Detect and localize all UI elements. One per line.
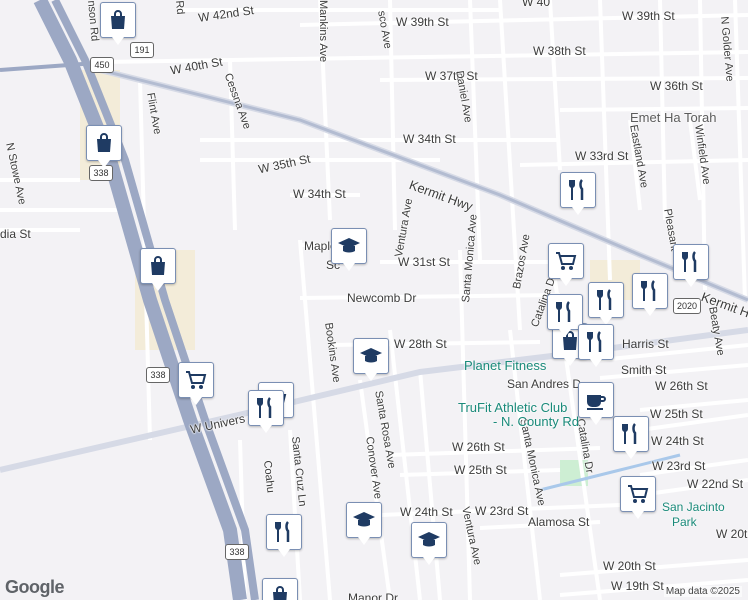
route-shield: 450 xyxy=(90,57,114,73)
school-icon xyxy=(353,512,375,527)
school-icon xyxy=(360,348,382,363)
street-label: W 40 xyxy=(522,0,551,9)
street-label: W 23rd St xyxy=(475,504,529,518)
route-shield: 338 xyxy=(225,544,249,560)
restaurant-pin[interactable] xyxy=(578,324,614,367)
restaurant-icon xyxy=(257,397,272,418)
shopping-bag-pin[interactable] xyxy=(140,248,176,291)
street-label: Newcomb Dr xyxy=(347,291,417,305)
place-label-trufit-sub[interactable]: - N. County Rd xyxy=(493,414,579,429)
place-label-emet-ha-torah[interactable]: Emet Ha Torah xyxy=(630,110,716,125)
street-label: W 36th St xyxy=(650,79,703,93)
shopping-bag-pin[interactable] xyxy=(100,2,136,45)
route-shield: 338 xyxy=(146,367,170,383)
shopping-bag-icon xyxy=(151,256,165,275)
place-label-park[interactable]: Park xyxy=(672,515,697,529)
street-label: W 22nd St xyxy=(687,477,744,491)
street-label: W 24th St xyxy=(651,434,704,448)
map-attribution[interactable]: Map data ©2025 xyxy=(663,586,742,597)
shopping-bag-pin[interactable] xyxy=(86,125,122,168)
restaurant-icon xyxy=(597,289,612,310)
place-label-planet-fitness[interactable]: Planet Fitness xyxy=(464,358,546,373)
school-pin[interactable] xyxy=(346,502,382,545)
street-label: W 23rd St xyxy=(652,459,706,473)
restaurant-icon xyxy=(641,280,656,301)
street-label: Alamosa St xyxy=(528,515,590,529)
street-label: W 26th St xyxy=(655,379,708,393)
street-label: W 39th St xyxy=(622,9,675,23)
street-label: San Andres D xyxy=(507,377,582,391)
street-label: W 34th St xyxy=(293,187,346,201)
street-label: W 25th St xyxy=(454,463,507,477)
street-label: W 25th St xyxy=(650,407,703,421)
grocery-pin[interactable] xyxy=(178,362,214,405)
school-icon xyxy=(338,238,360,253)
restaurant-icon xyxy=(587,331,602,352)
shopping-bag-pin[interactable] xyxy=(262,578,298,600)
street-label: Harris St xyxy=(622,337,669,351)
grocery-pin[interactable] xyxy=(548,243,584,286)
route-shield: 2020 xyxy=(673,298,701,314)
shopping-bag-icon xyxy=(111,10,125,29)
street-label: Rd xyxy=(173,0,187,15)
street-label: Smith St xyxy=(621,363,667,377)
restaurant-pin[interactable] xyxy=(632,273,668,316)
shopping-bag-icon xyxy=(273,586,287,600)
school-pin[interactable] xyxy=(353,338,389,381)
school-pin[interactable] xyxy=(331,228,367,271)
street-label: Mankins Ave xyxy=(317,0,329,63)
restaurant-icon xyxy=(556,301,571,322)
grocery-cart-icon xyxy=(628,485,649,503)
coffee-pin[interactable] xyxy=(578,382,614,425)
place-label-trufit[interactable]: TruFit Athletic Club xyxy=(458,400,567,415)
route-shield: 191 xyxy=(130,42,154,58)
street-label: Manor Dr xyxy=(348,591,399,600)
street-label: W 28th St xyxy=(394,337,447,351)
school-pin[interactable] xyxy=(411,522,447,565)
street-label: Coahu xyxy=(261,459,277,494)
street-label: W 38th St xyxy=(533,44,586,58)
google-logo: Google xyxy=(5,577,65,597)
street-label: dia St xyxy=(0,227,31,241)
street-label: W 37th St xyxy=(425,69,478,83)
restaurant-pin[interactable] xyxy=(588,282,624,325)
street-label: W 31st St xyxy=(398,255,451,269)
grocery-cart-icon xyxy=(186,371,207,389)
grocery-cart-icon xyxy=(556,252,577,270)
street-label: W 20th xyxy=(716,527,748,541)
restaurant-pin[interactable] xyxy=(673,244,709,287)
restaurant-pin[interactable] xyxy=(613,416,649,459)
grocery-pin[interactable] xyxy=(620,476,656,519)
street-label: W 20th St xyxy=(603,559,656,573)
restaurant-icon xyxy=(622,423,637,444)
restaurant-pin[interactable] xyxy=(266,514,302,557)
street-label: W 34th St xyxy=(403,132,456,146)
restaurant-pin[interactable] xyxy=(248,390,284,433)
restaurant-icon xyxy=(682,251,697,272)
street-label: W 19th St xyxy=(611,579,664,593)
street-label: W 33rd St xyxy=(575,149,629,163)
street-label: W 24th St xyxy=(400,505,453,519)
shopping-bag-icon xyxy=(97,133,111,152)
street-label: nson Rd xyxy=(85,0,101,42)
coffee-icon xyxy=(587,395,606,410)
place-label-san-jacinto[interactable]: San Jacinto xyxy=(662,500,725,514)
restaurant-icon xyxy=(275,521,290,542)
map-canvas[interactable]: 191 450 338 338 338 2020 W 42nd St Cessn… xyxy=(0,0,748,600)
street-label: W 39th St xyxy=(396,15,449,29)
street-label: W 26th St xyxy=(452,440,505,454)
school-icon xyxy=(418,532,440,547)
restaurant-icon xyxy=(569,179,584,200)
restaurant-pin[interactable] xyxy=(560,172,596,215)
